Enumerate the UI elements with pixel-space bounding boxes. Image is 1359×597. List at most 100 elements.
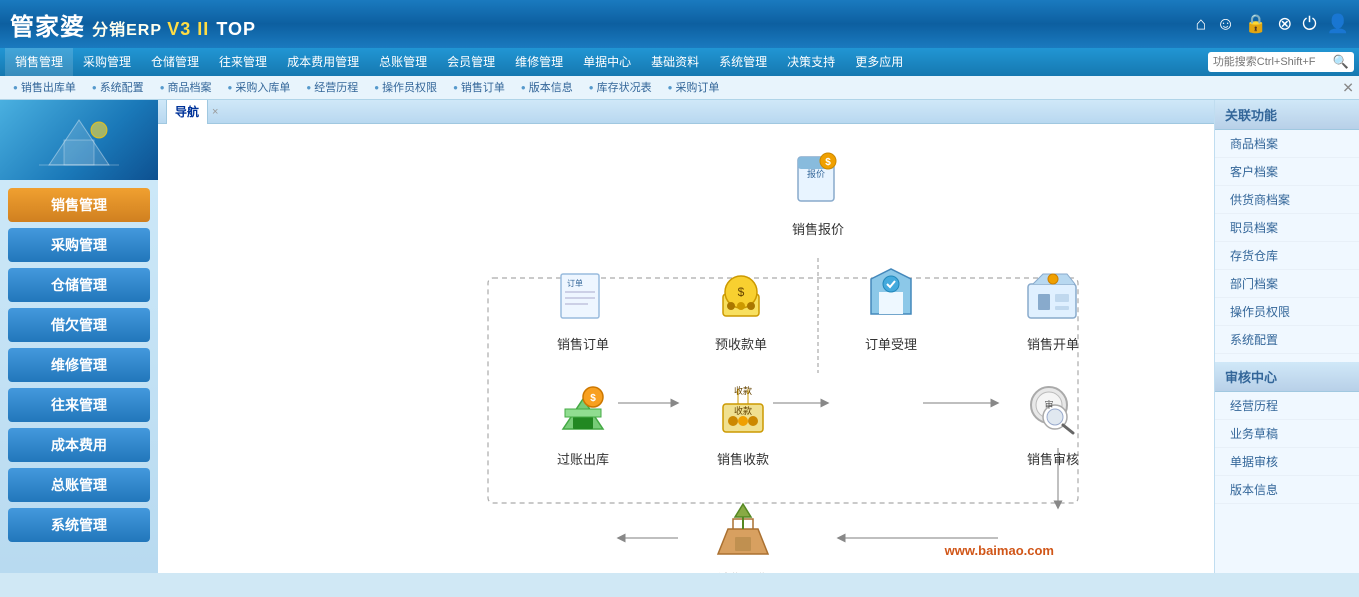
advance-icon: $ [706, 259, 776, 329]
topnav-sales[interactable]: 销售管理 [5, 48, 73, 76]
topnav-cost[interactable]: 成本费用管理 [277, 48, 369, 76]
topnav-repair[interactable]: 维修管理 [505, 48, 573, 76]
topnav-purchase[interactable]: 采购管理 [73, 48, 141, 76]
tab-sales-outbound[interactable]: 销售出库单 [5, 76, 84, 100]
flow-order[interactable]: 订单 销售订单 [538, 259, 628, 353]
flow-advance[interactable]: $ 预收款单 [696, 259, 786, 353]
svg-text:报价: 报价 [807, 168, 825, 179]
link-operator-perms[interactable]: 操作员权限 [1215, 298, 1359, 326]
transfer-icon: $ [548, 374, 618, 444]
link-version-info[interactable]: 版本信息 [1215, 476, 1359, 504]
sidebar-item-warehouse[interactable]: 仓储管理 [8, 268, 150, 302]
power-icon[interactable]: ⏻ [1302, 14, 1316, 35]
audit-icon: 审 [1018, 374, 1088, 444]
quotation-label: 销售报价 [773, 219, 863, 238]
link-biz-history[interactable]: 经营历程 [1215, 392, 1359, 420]
link-system-config[interactable]: 系统配置 [1215, 326, 1359, 354]
tab-operator-perms[interactable]: 操作员权限 [366, 76, 445, 100]
home-icon[interactable]: ⌂ [1196, 14, 1207, 35]
sidebar-item-transactions[interactable]: 往来管理 [8, 388, 150, 422]
logo: 管家婆 分销ERP V3 II TOP [10, 7, 256, 42]
flow-transfer[interactable]: $ 过账出库 [538, 374, 628, 468]
tab-product-archive[interactable]: 商品档案 [152, 76, 220, 100]
return-icon [708, 494, 778, 564]
topnav-docs[interactable]: 单据中心 [573, 48, 641, 76]
search-icon[interactable]: 🔍 [1333, 54, 1349, 70]
acceptance-label: 订单受理 [846, 334, 936, 353]
sidebar-item-ledger[interactable]: 总账管理 [8, 468, 150, 502]
audit-label: 销售审核 [1008, 449, 1098, 468]
tab-bar: 销售出库单 系统配置 商品档案 采购入库单 经营历程 操作员权限 销售订单 版本… [0, 76, 1359, 100]
flow-acceptance[interactable]: 订单受理 [846, 259, 936, 353]
svg-text:订单: 订单 [567, 278, 583, 288]
review-center-title: 审核中心 [1215, 362, 1359, 392]
link-supplier-archive[interactable]: 供货商档案 [1215, 186, 1359, 214]
svg-text:$: $ [590, 393, 596, 404]
svg-text:$: $ [825, 157, 831, 168]
nav-tab-close[interactable]: × [212, 106, 218, 118]
collection-label: 销售收款 [698, 449, 788, 468]
link-doc-review[interactable]: 单据审核 [1215, 448, 1359, 476]
sidebar-item-cost[interactable]: 成本费用 [8, 428, 150, 462]
flow-audit[interactable]: 审 销售审核 [1008, 374, 1098, 468]
topnav-system[interactable]: 系统管理 [709, 48, 777, 76]
topnav-basic[interactable]: 基础资料 [641, 48, 709, 76]
top-navigation: 销售管理 采购管理 仓储管理 往来管理 成本费用管理 总账管理 会员管理 维修管… [0, 48, 1359, 76]
right-panel: 关联功能 商品档案 客户档案 供货商档案 职员档案 存货仓库 部门档案 操作员权… [1214, 100, 1359, 573]
person-icon[interactable]: ☺ [1216, 14, 1234, 35]
tab-history[interactable]: 经营历程 [298, 76, 366, 100]
search-box[interactable]: 🔍 [1208, 52, 1354, 72]
tab-inventory-status[interactable]: 库存状况表 [581, 76, 660, 100]
close-circle-icon[interactable]: ⊗ [1277, 14, 1292, 35]
link-warehouse[interactable]: 存货仓库 [1215, 242, 1359, 270]
order-icon: 订单 [548, 259, 618, 329]
header: 管家婆 分销ERP V3 II TOP ⌂ ☺ 🔒 ⊗ ⏻ 👤 [0, 0, 1359, 48]
sidebar-item-debt[interactable]: 借欠管理 [8, 308, 150, 342]
flow-collection[interactable]: 收款 收款 销售收款 [698, 374, 788, 468]
advance-label: 预收款单 [696, 334, 786, 353]
link-product-archive[interactable]: 商品档案 [1215, 130, 1359, 158]
svg-text:$: $ [738, 285, 745, 299]
topnav-member[interactable]: 会员管理 [437, 48, 505, 76]
transfer-label: 过账出库 [538, 449, 628, 468]
left-sidebar: 销售管理 采购管理 仓储管理 借欠管理 维修管理 往来管理 成本费用 总账管理 … [0, 180, 158, 573]
topnav-decision[interactable]: 决策支持 [777, 48, 845, 76]
link-customer-archive[interactable]: 客户档案 [1215, 158, 1359, 186]
nav-tab-nav[interactable]: 导航 [166, 100, 208, 124]
topnav-more[interactable]: 更多应用 [845, 48, 913, 76]
search-input[interactable] [1213, 56, 1333, 68]
svg-text:收款: 收款 [734, 385, 752, 396]
tab-sales-order[interactable]: 销售订单 [445, 76, 513, 100]
link-biz-draft[interactable]: 业务草稿 [1215, 420, 1359, 448]
flowchart: 报价 $ 销售报价 订单 [158, 124, 1214, 573]
related-functions-title: 关联功能 [1215, 100, 1359, 130]
sidebar-decoration [0, 100, 158, 180]
flow-return[interactable]: 销售退货 [698, 494, 788, 573]
svg-text:收款: 收款 [734, 405, 752, 416]
flow-quotation[interactable]: 报价 $ 销售报价 [773, 144, 863, 238]
lock-icon[interactable]: 🔒 [1245, 14, 1267, 35]
svg-text:审: 审 [1044, 399, 1053, 410]
tab-version[interactable]: 版本信息 [513, 76, 581, 100]
tab-bar-close[interactable]: ✕ [1342, 79, 1354, 96]
nav-tab-bar: 导航 × [158, 100, 1214, 124]
sidebar-item-sales[interactable]: 销售管理 [8, 188, 150, 222]
tab-purchase-order[interactable]: 采购订单 [660, 76, 728, 100]
acceptance-icon [856, 259, 926, 329]
tab-system-config[interactable]: 系统配置 [84, 76, 152, 100]
topnav-warehouse[interactable]: 仓储管理 [141, 48, 209, 76]
topnav-transactions[interactable]: 往来管理 [209, 48, 277, 76]
collection-icon: 收款 收款 [708, 374, 778, 444]
user-icon[interactable]: 👤 [1327, 14, 1349, 35]
link-department-archive[interactable]: 部门档案 [1215, 270, 1359, 298]
return-label: 销售退货 [698, 569, 788, 573]
flow-open[interactable]: 销售开单 [1008, 259, 1098, 353]
order-label: 销售订单 [538, 334, 628, 353]
link-staff-archive[interactable]: 职员档案 [1215, 214, 1359, 242]
topnav-ledger[interactable]: 总账管理 [369, 48, 437, 76]
main-layout: 销售管理 采购管理 仓储管理 借欠管理 维修管理 往来管理 成本费用 总账管理 … [0, 100, 1359, 573]
sidebar-item-repair[interactable]: 维修管理 [8, 348, 150, 382]
sidebar-item-system[interactable]: 系统管理 [8, 508, 150, 542]
tab-purchase-inbound[interactable]: 采购入库单 [220, 76, 299, 100]
sidebar-item-purchase[interactable]: 采购管理 [8, 228, 150, 262]
